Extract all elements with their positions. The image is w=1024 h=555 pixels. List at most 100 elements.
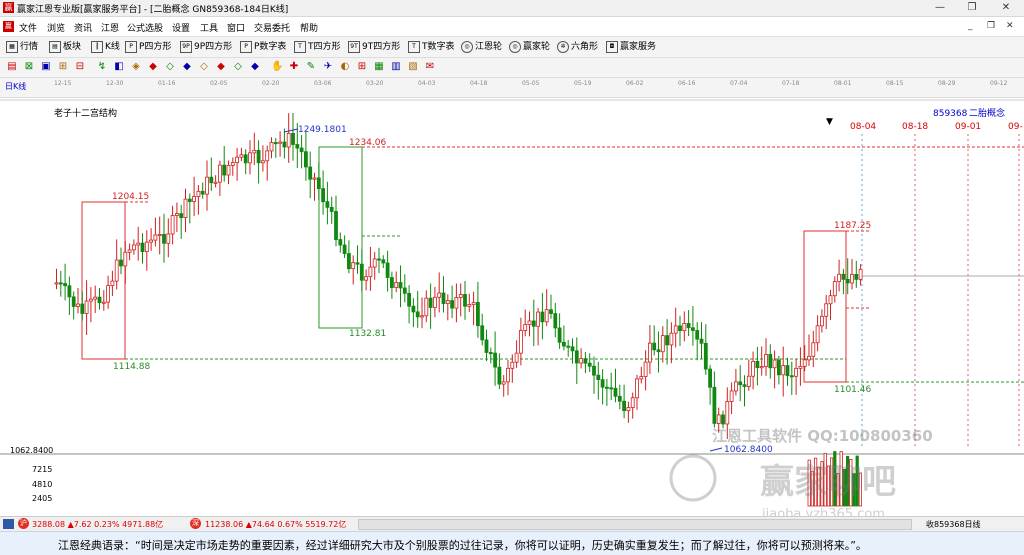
price-label-1204: 1204.15 xyxy=(112,192,149,202)
kline-chart[interactable]: 老子十二宫结构 ▼ 859368 二胎概念 08-04 08-18 09-01 … xyxy=(0,98,1024,516)
maximize-button[interactable]: ❐ xyxy=(956,0,988,16)
svg-text:赢家聊吧: 赢家聊吧 xyxy=(760,462,896,502)
t-square-icon: T xyxy=(294,40,306,53)
p-number-table-button[interactable]: P P数字表 xyxy=(240,40,286,54)
date-tick: 08-15 xyxy=(886,80,904,87)
p-table-icon: P xyxy=(240,40,252,53)
menu-gann[interactable]: 江恩 xyxy=(101,21,119,34)
minimize-button[interactable]: — xyxy=(924,0,956,16)
date-tick: 02-05 xyxy=(210,80,228,87)
tool-icon-10[interactable]: ◆ xyxy=(181,61,193,73)
gann-wheel-button[interactable]: ◎ 江恩轮 xyxy=(461,40,502,54)
price-label-1101: 1101.46 xyxy=(834,385,871,395)
kline-icon: ┃ xyxy=(91,40,103,53)
mdi-restore-button[interactable]: ❐ xyxy=(987,21,995,31)
status-right-text: 收859368日线 xyxy=(926,520,981,529)
sz-index-quote: 11238.06 ▲74.64 0.67% 5519.72亿 xyxy=(205,520,347,529)
menu-bar: 赢 文件 浏览 资讯 江恩 公式选股 设置 工具 窗口 交易委托 帮助 _ ❐ … xyxy=(0,17,1024,37)
price-label-1114: 1114.88 xyxy=(113,362,150,372)
date-tick: 08-01 xyxy=(834,80,852,87)
tool-icon-3[interactable]: ⊞ xyxy=(57,61,69,73)
9t-square-button[interactable]: 9T 9T四方形 xyxy=(348,40,400,54)
tool-icon-15[interactable]: ✋ xyxy=(271,61,283,73)
future-date-3: 09-01 xyxy=(955,122,981,132)
status-bar: 沪 3288.08 ▲7.62 0.23% 4971.88亿 深 11238.0… xyxy=(0,516,1024,531)
menu-tools[interactable]: 工具 xyxy=(200,21,218,34)
winner-service-button[interactable]: ◘ 赢家服务 xyxy=(606,40,656,54)
t-square-button[interactable]: T T四方形 xyxy=(294,40,341,54)
sector-tool-button[interactable]: ▤ 板块 xyxy=(49,40,81,54)
close-button[interactable]: ✕ xyxy=(990,0,1022,16)
tool-icon-20[interactable]: ⊞ xyxy=(356,61,368,73)
tool-icon-2[interactable]: ▣ xyxy=(40,61,52,73)
menu-window[interactable]: 窗口 xyxy=(227,21,245,34)
winner-wheel-button[interactable]: ◎ 赢家轮 xyxy=(509,40,550,54)
9p-square-icon: 9P xyxy=(180,40,192,53)
quote-tool-button[interactable]: ▦ 行情 xyxy=(6,40,38,54)
p-square-icon: P xyxy=(125,40,137,53)
svg-text:jiaoba.yzh365.com: jiaoba.yzh365.com xyxy=(761,507,885,516)
kline-tool-button[interactable]: ┃ K线 xyxy=(91,40,120,54)
title-bar: 赢 赢家江恩专业版[赢家服务平台] - [二胎概念 GN859368-184日K… xyxy=(0,0,1024,17)
grid-icon: ▦ xyxy=(6,40,18,53)
tool-icon-14[interactable]: ◆ xyxy=(249,61,261,73)
menu-browse[interactable]: 浏览 xyxy=(47,21,65,34)
app-logo-icon: 赢 xyxy=(3,21,14,32)
t-number-table-button[interactable]: T T数字表 xyxy=(408,40,455,54)
date-tick: 09-12 xyxy=(990,80,1008,87)
drawing-toolbar: ▤ ⊠ ▣ ⊞ ⊟ ↯ ◧ ◈ ◆ ◇ ◆ ◇ ◆ ◇ ◆ ✋ ✚ ✎ ✈ ◐ ⊞ ▦ ▥ ▧ ✉ xyxy=(0,58,1024,78)
p-square-button[interactable]: P P四方形 xyxy=(125,40,171,54)
grid-status-icon[interactable] xyxy=(3,519,14,529)
horizontal-scrollbar[interactable] xyxy=(358,519,912,530)
menu-help[interactable]: 帮助 xyxy=(300,21,318,34)
hexagon-button[interactable]: ✲ 六角形 xyxy=(557,40,598,54)
tool-icon-18[interactable]: ✈ xyxy=(322,61,334,73)
tool-icon-8[interactable]: ◆ xyxy=(147,61,159,73)
tool-icon-5[interactable]: ↯ xyxy=(96,61,108,73)
future-date-4: 09- xyxy=(1008,122,1023,132)
menu-settings[interactable]: 设置 xyxy=(172,21,190,34)
tool-icon-19[interactable]: ◐ xyxy=(339,61,351,73)
svg-text:江恩工具软件 QQ:100800360: 江恩工具软件 QQ:100800360 xyxy=(712,427,933,445)
tool-icon-4[interactable]: ⊟ xyxy=(74,61,86,73)
tool-icon-9[interactable]: ◇ xyxy=(164,61,176,73)
date-tick: 01-16 xyxy=(158,80,176,87)
main-toolbar: ▦ 行情 ▤ 板块 ┃ K线 P P四方形 9P 9P四方形 P P数字表 T T四方形 9T… xyxy=(0,37,1024,58)
mdi-minimize-button[interactable]: _ xyxy=(968,21,973,31)
menu-trade[interactable]: 交易委托 xyxy=(254,21,290,34)
menu-file[interactable]: 文件 xyxy=(19,21,37,34)
tool-icon-7[interactable]: ◈ xyxy=(130,61,142,73)
tool-icon-6[interactable]: ◧ xyxy=(113,61,125,73)
price-label-1132: 1132.81 xyxy=(349,329,386,339)
tool-icon-12[interactable]: ◆ xyxy=(215,61,227,73)
future-date-1: 08-04 xyxy=(850,122,876,132)
price-label-1187: 1187.25 xyxy=(834,221,871,231)
date-tick: 12-15 xyxy=(54,80,72,87)
tool-icon-22[interactable]: ▥ xyxy=(390,61,402,73)
winner-wheel-icon: ◎ xyxy=(509,40,521,53)
mdi-close-button[interactable]: ✕ xyxy=(1006,21,1014,31)
tool-icon-21[interactable]: ▦ xyxy=(373,61,385,73)
date-tick: 02-20 xyxy=(262,80,280,87)
service-icon: ◘ xyxy=(606,40,618,53)
date-tick: 05-19 xyxy=(574,80,592,87)
date-tick: 06-02 xyxy=(626,80,644,87)
date-tick: 05-05 xyxy=(522,80,540,87)
tool-icon-13[interactable]: ◇ xyxy=(232,61,244,73)
menu-formula[interactable]: 公式选股 xyxy=(127,21,163,34)
tool-icon-16[interactable]: ✚ xyxy=(288,61,300,73)
tool-icon-17[interactable]: ✎ xyxy=(305,61,317,73)
tool-icon-1[interactable]: ⊠ xyxy=(23,61,35,73)
tool-icon-0[interactable]: ▤ xyxy=(6,61,18,73)
menu-info[interactable]: 资讯 xyxy=(74,21,92,34)
sz-index-icon: 深 xyxy=(190,518,201,529)
9p-square-button[interactable]: 9P 9P四方形 xyxy=(180,40,232,54)
tool-icon-24[interactable]: ✉ xyxy=(424,61,436,73)
tool-icon-11[interactable]: ◇ xyxy=(198,61,210,73)
tool-icon-23[interactable]: ▧ xyxy=(407,61,419,73)
app-icon: 赢 xyxy=(3,2,14,13)
chart-options-icon[interactable]: ▼ xyxy=(826,117,833,127)
price-label-1249: 1249.1801 xyxy=(298,125,347,135)
volume-tick-1: 7215 xyxy=(32,465,52,474)
sh-index-quote: 3288.08 ▲7.62 0.23% 4971.88亿 xyxy=(32,520,164,529)
